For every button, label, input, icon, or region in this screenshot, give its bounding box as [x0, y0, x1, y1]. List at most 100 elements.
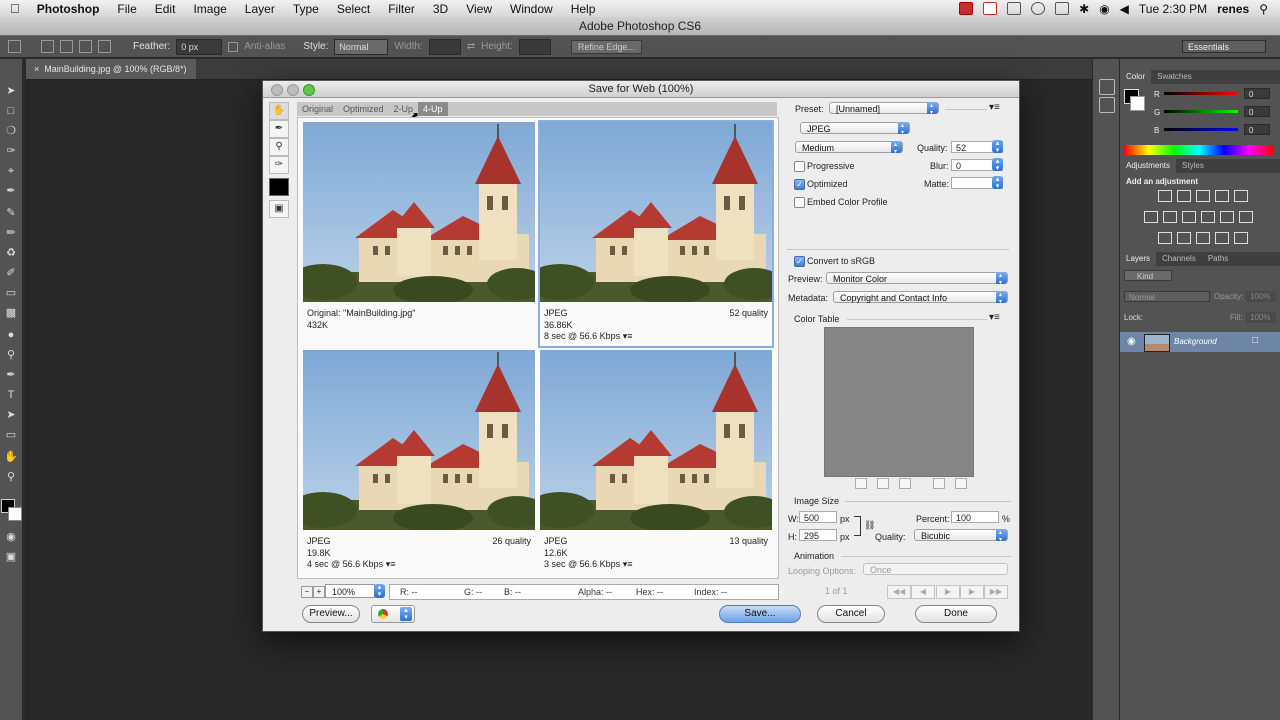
tab-adjustments[interactable]: Adjustments — [1120, 159, 1177, 173]
brush-tool-icon[interactable]: ✏ — [3, 225, 19, 241]
browser-select[interactable]: ▴ ▾ — [371, 605, 415, 623]
download-rate-menu-icon[interactable]: ▾≡ — [623, 559, 633, 569]
time-machine-icon[interactable] — [1031, 2, 1046, 15]
menu-image[interactable]: Image — [184, 2, 235, 16]
feather-input[interactable]: 0 px — [176, 38, 223, 55]
bluetooth-icon[interactable]: ✱ — [1079, 2, 1089, 16]
channel-mixer-icon[interactable] — [1220, 211, 1234, 223]
preview-color-select[interactable]: Monitor Color — [826, 272, 1008, 286]
save-button[interactable]: Save... — [719, 605, 801, 623]
menu-help[interactable]: Help — [562, 2, 605, 16]
healing-tool-icon[interactable]: ✎ — [3, 205, 19, 221]
b-value[interactable]: 0 — [1244, 124, 1270, 135]
r-slider[interactable] — [1164, 92, 1238, 95]
layer-name[interactable]: Background — [1174, 332, 1217, 352]
subtract-selection-icon[interactable] — [79, 40, 92, 53]
zoom-in-button[interactable]: + — [313, 586, 325, 598]
new-color-icon[interactable] — [933, 478, 945, 489]
intersect-selection-icon[interactable] — [98, 40, 111, 53]
web-shift-icon[interactable] — [877, 478, 889, 489]
posterize-icon[interactable] — [1177, 232, 1191, 244]
menu-3d[interactable]: 3D — [424, 2, 457, 16]
display-icon[interactable] — [1007, 2, 1022, 15]
zoom-out-button[interactable]: − — [301, 586, 313, 598]
g-slider[interactable] — [1164, 110, 1238, 113]
menu-layer[interactable]: Layer — [236, 2, 284, 16]
visibility-eye-icon[interactable]: ◉ — [1127, 336, 1136, 347]
photo-filter-icon[interactable] — [1201, 211, 1215, 223]
quick-mask-icon[interactable]: ◉ — [3, 529, 19, 545]
download-rate-menu-icon[interactable]: ▾≡ — [623, 331, 633, 341]
delete-color-icon[interactable] — [955, 478, 967, 489]
vibrance-icon[interactable] — [1234, 190, 1248, 202]
background-color-swatch[interactable] — [8, 507, 22, 521]
quality-stepper-icon[interactable]: ▴ ▾ — [992, 140, 1003, 154]
properties-panel-icon[interactable] — [1099, 97, 1115, 113]
tab-channels[interactable]: Channels — [1156, 252, 1202, 266]
curves-icon[interactable] — [1196, 190, 1210, 202]
b-slider[interactable] — [1164, 128, 1238, 131]
workspace-select[interactable]: Essentials — [1182, 40, 1266, 53]
spotlight-search-icon[interactable]: ⚲ — [1259, 2, 1268, 16]
user-name[interactable]: renes — [1217, 2, 1249, 16]
levels-icon[interactable] — [1177, 190, 1191, 202]
preset-select[interactable]: [Unnamed] — [829, 102, 939, 116]
volume-icon[interactable]: ◀ — [1120, 2, 1129, 16]
screen-mode-icon[interactable]: ▣ — [3, 549, 19, 565]
r-value[interactable]: 0 — [1244, 88, 1270, 99]
layer-row-background[interactable]: ◉ Background □ — [1120, 332, 1280, 352]
color-table-menu-icon[interactable]: ▾≡ — [989, 312, 1000, 323]
quick-select-tool-icon[interactable]: ✑ — [3, 143, 19, 159]
first-frame-button[interactable]: ◀◀ — [887, 585, 911, 599]
selective-color-icon[interactable] — [1234, 232, 1248, 244]
eyedropper-tool-icon[interactable]: ✑ — [269, 156, 289, 174]
next-frame-button[interactable]: ▶ — [960, 585, 984, 599]
preview-cell-optimized-3[interactable]: JPEG 12.6K 3 sec @ 56.6 Kbps ▾≡ 13 quali… — [540, 350, 772, 574]
color-ramp[interactable] — [1124, 145, 1274, 155]
menu-type[interactable]: Type — [284, 2, 328, 16]
marquee-tool-icon[interactable]: □ — [3, 103, 19, 119]
tab-layers[interactable]: Layers — [1120, 252, 1157, 266]
status-app-icon[interactable] — [983, 2, 998, 15]
monitor-icon[interactable] — [1055, 2, 1070, 15]
menu-file[interactable]: File — [108, 2, 145, 16]
menu-window[interactable]: Window — [501, 2, 562, 16]
document-tab[interactable]: × MainBuilding.jpg @ 100% (RGB/8*) — [26, 59, 197, 79]
path-select-tool-icon[interactable]: ➤ — [3, 407, 19, 423]
zoom-window-icon[interactable] — [303, 84, 315, 96]
constrain-proportions-link-icon[interactable]: ⛓ — [864, 520, 875, 531]
metadata-select[interactable]: Copyright and Contact Info — [833, 291, 1008, 305]
type-tool-icon[interactable]: T — [3, 387, 19, 403]
blur-tool-icon[interactable]: ● — [3, 327, 19, 343]
tab-4up[interactable]: 4-Up — [418, 102, 448, 116]
optimized-checkbox[interactable]: ✓ — [794, 179, 805, 190]
zoom-stepper-icon[interactable]: ▴ ▾ — [374, 584, 385, 598]
color-table[interactable] — [824, 327, 974, 477]
file-format-select[interactable]: JPEG — [800, 122, 910, 136]
black-white-icon[interactable] — [1182, 211, 1196, 223]
marquee-tool-preset-icon[interactable] — [8, 40, 21, 53]
preview-cell-original[interactable]: Original: "MainBuilding.jpg" 432K — [303, 122, 535, 346]
menu-app-photoshop[interactable]: Photoshop — [28, 2, 109, 16]
zoom-tool-icon[interactable]: ⚲ — [269, 138, 289, 156]
screen-record-icon[interactable] — [959, 2, 974, 15]
width-input[interactable] — [428, 38, 461, 55]
exposure-icon[interactable] — [1215, 190, 1229, 202]
last-frame-button[interactable]: ▶▶ — [984, 585, 1008, 599]
clock[interactable]: Tue 2:30 PM — [1139, 2, 1207, 16]
progressive-checkbox[interactable] — [794, 161, 805, 172]
panel-background-swatch[interactable] — [1130, 96, 1145, 111]
opacity-input[interactable]: 100% — [1246, 291, 1276, 302]
tab-optimized[interactable]: Optimized — [338, 102, 389, 116]
map-color-icon[interactable] — [855, 478, 867, 489]
optimize-menu-icon[interactable]: ▾≡ — [989, 102, 1000, 113]
convert-srgb-checkbox[interactable]: ✓ — [794, 256, 805, 267]
tab-styles[interactable]: Styles — [1176, 159, 1210, 173]
resample-quality-select[interactable]: Bicubic — [914, 529, 1008, 543]
hand-tool-icon[interactable]: ✋ — [269, 102, 289, 120]
blend-mode-select[interactable]: Normal — [1124, 291, 1210, 302]
tab-original[interactable]: Original — [297, 102, 338, 116]
toggle-slices-icon[interactable]: ▣ — [269, 200, 289, 218]
matte-stepper-icon[interactable]: ▴ ▾ — [992, 176, 1003, 190]
tab-swatches[interactable]: Swatches — [1151, 70, 1198, 84]
